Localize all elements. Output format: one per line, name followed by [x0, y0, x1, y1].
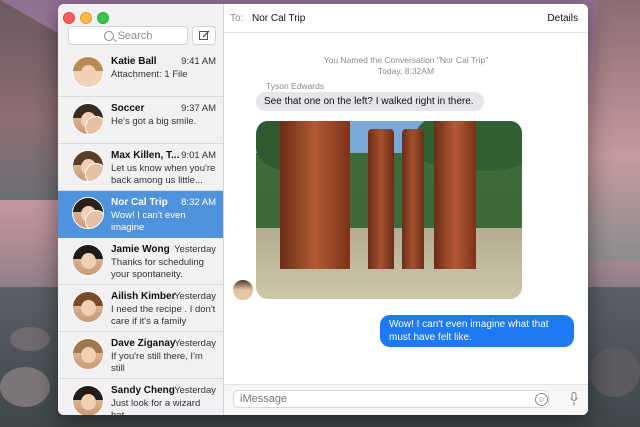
minimize-button[interactable] — [80, 12, 92, 24]
conversation-name: Ailish Kimber — [111, 291, 176, 302]
conversation-time: Yesterday — [174, 385, 216, 396]
sender-avatar — [232, 279, 254, 301]
conversation-name: Dave Ziganay — [111, 338, 176, 349]
conversation-name: Katie Ball — [111, 56, 157, 67]
sidebar: Search Katie Ball 9:41 AM Attachment: 1 … — [58, 4, 224, 415]
conversation-preview: Attachment: 1 File — [111, 69, 188, 80]
conversation-time: Yesterday — [174, 338, 216, 349]
compose-icon — [198, 30, 209, 40]
details-button[interactable]: Details — [547, 13, 578, 24]
conversation-name: Jamie Wong — [111, 244, 170, 255]
conversation-preview: Let us know when you're back among us li… — [111, 163, 216, 186]
conversation-preview: If you're still there, I'm still on my w… — [111, 351, 203, 374]
messages-window: Search Katie Ball 9:41 AM Attachment: 1 … — [58, 4, 588, 415]
conversation-time: Yesterday — [174, 244, 216, 255]
composer-bar: ☺ — [224, 384, 588, 415]
conversation-item[interactable]: Sandy Cheng Yesterday Just look for a wi… — [58, 379, 223, 415]
system-timestamp: Today, 8:32AM — [377, 66, 435, 76]
avatar — [72, 244, 104, 276]
zoom-button[interactable] — [97, 12, 109, 24]
window-controls — [63, 12, 109, 24]
wallpaper-rock — [10, 327, 50, 351]
avatar — [72, 338, 104, 370]
wallpaper-rock — [0, 367, 50, 407]
emoji-icon[interactable]: ☺ — [535, 393, 548, 406]
conversation-item[interactable]: Soccer 9:37 AM He's got a big smile. — [58, 97, 223, 144]
message-input[interactable] — [233, 390, 549, 408]
to-label: To: — [230, 13, 244, 24]
wallpaper-mountain-right — [580, 0, 640, 260]
conversation-time: 9:41 AM — [181, 56, 216, 67]
avatar — [72, 385, 104, 415]
conversation-time: 9:01 AM — [181, 150, 216, 161]
conversation-list: Katie Ball 9:41 AM Attachment: 1 File So… — [58, 50, 223, 415]
photo-attachment[interactable] — [256, 121, 522, 299]
close-button[interactable] — [63, 12, 75, 24]
search-placeholder: Search — [117, 29, 153, 42]
group-avatar — [72, 103, 104, 135]
conversation-header: To: Nor Cal Trip Details — [224, 4, 588, 33]
conversation-time: 8:32 AM — [181, 197, 216, 208]
photo-tree-trunk — [402, 129, 424, 269]
message-thread[interactable]: You Named the Conversation "Nor Cal Trip… — [224, 33, 588, 385]
avatar — [72, 56, 104, 88]
wallpaper-rock — [590, 347, 640, 397]
compose-button[interactable] — [192, 26, 216, 45]
microphone-icon[interactable] — [570, 392, 578, 406]
conversation-item[interactable]: Katie Ball 9:41 AM Attachment: 1 File — [58, 50, 223, 97]
photo-tree-trunk — [368, 129, 394, 269]
conversation-item[interactable]: Ailish Kimber Yesterday I need the recip… — [58, 285, 223, 332]
search-icon — [103, 30, 114, 41]
photo-tree-trunk — [280, 121, 350, 269]
conversation-name: Max Killen, T... — [111, 150, 180, 161]
conversation-item-selected[interactable]: Nor Cal Trip 8:32 AM Wow! I can't even i… — [58, 191, 223, 238]
conversation-name: Soccer — [111, 103, 145, 114]
conversation-time: 9:37 AM — [181, 103, 216, 114]
conversation-time: Yesterday — [174, 291, 216, 302]
conversation-preview: Just look for a wizard hat. That'll be m… — [111, 398, 201, 415]
conversation-item[interactable]: Jamie Wong Yesterday Thanks for scheduli… — [58, 238, 223, 285]
search-field[interactable]: Search — [68, 26, 188, 45]
conversation-item[interactable]: Dave Ziganay Yesterday If you're still t… — [58, 332, 223, 379]
conversation-preview: He's got a big smile. — [111, 116, 197, 127]
conversation-preview: Thanks for scheduling your spontaneity. — [111, 257, 204, 280]
system-message: You Named the Conversation "Nor Cal Trip… — [323, 55, 489, 65]
group-avatar — [72, 150, 104, 182]
sender-name: Tyson Edwards — [266, 81, 325, 91]
group-avatar — [72, 197, 104, 229]
photo-tree-trunk — [434, 121, 476, 269]
conversation-name: Sandy Cheng — [111, 385, 175, 396]
recipient-field[interactable]: Nor Cal Trip — [252, 13, 305, 24]
conversation-preview: Wow! I can't even imagine what that must… — [111, 210, 186, 233]
outgoing-message[interactable]: Wow! I can't even imagine what that must… — [380, 315, 574, 347]
incoming-message[interactable]: See that one on the left? I walked right… — [256, 92, 484, 111]
conversation-item[interactable]: Max Killen, T... 9:01 AM Let us know whe… — [58, 144, 223, 191]
avatar — [72, 291, 104, 323]
conversation-preview: I need the recipe . I don't care if it's… — [111, 304, 216, 327]
conversation-name: Nor Cal Trip — [111, 197, 168, 208]
